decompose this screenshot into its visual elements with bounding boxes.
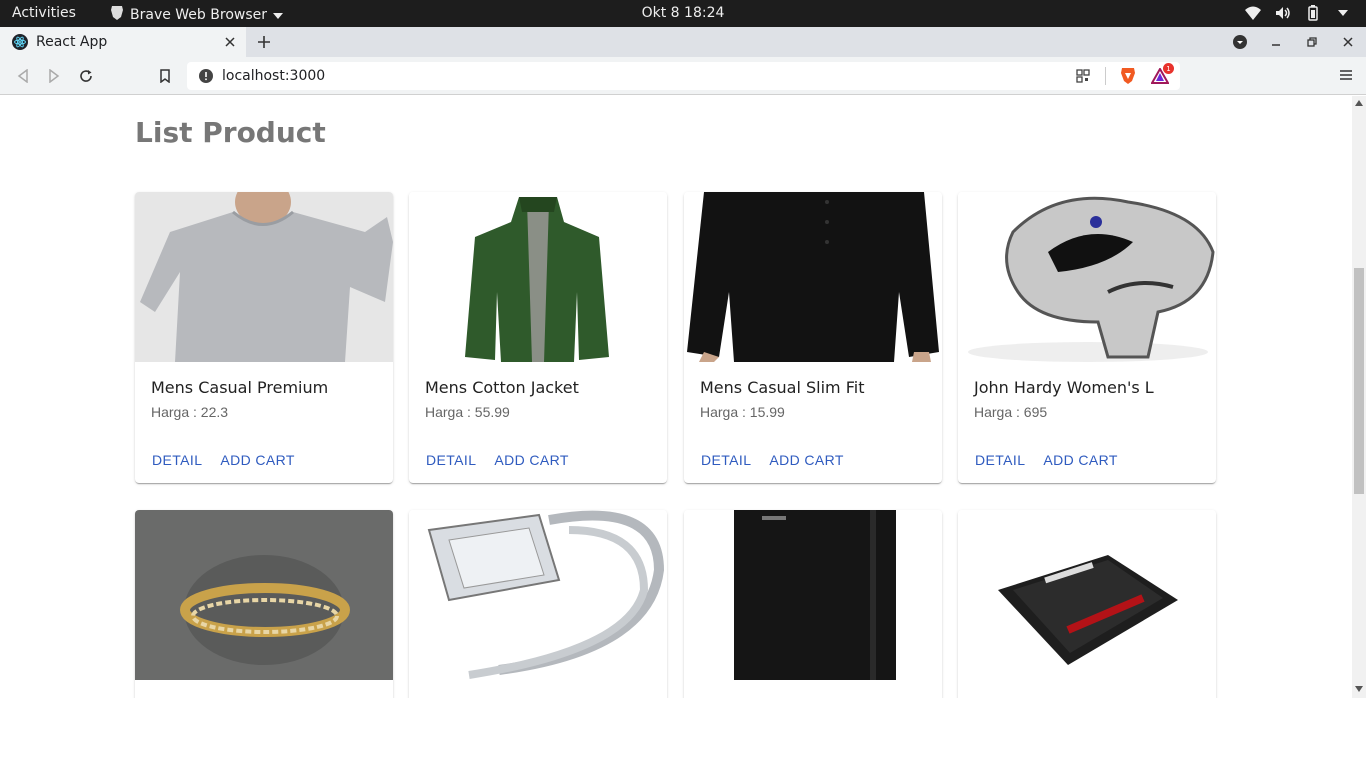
product-card xyxy=(684,510,942,698)
react-logo-icon xyxy=(12,34,28,50)
detail-button[interactable]: DETAIL xyxy=(417,448,485,472)
scrollbar-thumb[interactable] xyxy=(1354,268,1364,494)
scroll-down-icon[interactable] xyxy=(1355,685,1363,693)
new-tab-button[interactable] xyxy=(254,32,274,52)
product-image-grey-sweater xyxy=(135,192,393,362)
wifi-icon xyxy=(1244,4,1262,22)
product-image-black-longsleeve xyxy=(684,192,942,362)
brave-lion-icon xyxy=(110,5,124,25)
battery-icon xyxy=(1304,4,1322,22)
product-name: Mens Casual Slim Fit xyxy=(700,378,865,397)
page-title: List Product xyxy=(135,116,326,149)
app-menu[interactable]: Brave Web Browser xyxy=(110,5,283,25)
detail-button[interactable]: DETAIL xyxy=(966,448,1034,472)
system-tray[interactable] xyxy=(1244,4,1352,22)
address-bar[interactable]: localhost:3000 1 xyxy=(187,62,1180,90)
add-cart-button[interactable]: ADD CART xyxy=(211,448,304,472)
tab-strip: React App xyxy=(0,27,1366,57)
product-card xyxy=(135,510,393,698)
system-top-bar: Activities Brave Web Browser Okt 8 18:24 xyxy=(0,0,1366,27)
add-cart-button[interactable]: ADD CART xyxy=(760,448,853,472)
activities-button[interactable]: Activities xyxy=(12,5,76,21)
product-card: Mens Cotton Jacket Harga : 55.99 DETAIL … xyxy=(409,192,667,483)
product-image-black-hard-drive xyxy=(684,510,942,680)
product-image-green-jacket xyxy=(409,192,667,362)
scroll-up-icon[interactable] xyxy=(1355,99,1363,107)
hamburger-menu-icon[interactable] xyxy=(1338,67,1354,83)
page-scrollbar[interactable] xyxy=(1352,96,1366,698)
chevron-down-icon xyxy=(1334,4,1352,22)
site-info-icon[interactable] xyxy=(198,68,214,84)
product-card: Mens Casual Slim Fit Harga : 15.99 DETAI… xyxy=(684,192,942,483)
product-name: Mens Casual Premium xyxy=(151,378,329,397)
close-window-button[interactable] xyxy=(1338,32,1358,52)
tab-title: React App xyxy=(36,34,108,50)
product-card xyxy=(409,510,667,698)
add-cart-button[interactable]: ADD CART xyxy=(485,448,578,472)
empty-area xyxy=(0,698,1366,768)
url-text[interactable]: localhost:3000 xyxy=(222,68,1073,84)
bookmark-icon[interactable] xyxy=(154,65,176,87)
tab-react-app[interactable]: React App xyxy=(0,27,246,57)
clock[interactable]: Okt 8 18:24 xyxy=(642,5,725,21)
detail-button[interactable]: DETAIL xyxy=(692,448,760,472)
product-card: John Hardy Women's L Harga : 695 DETAIL … xyxy=(958,192,1216,483)
forward-icon[interactable] xyxy=(43,65,65,87)
close-tab-icon[interactable] xyxy=(222,34,238,50)
product-image-diamond-ring xyxy=(409,510,667,680)
detail-button[interactable]: DETAIL xyxy=(143,448,211,472)
minimize-window-button[interactable] xyxy=(1266,32,1286,52)
product-image-gold-pearl-ring xyxy=(135,510,393,680)
chevron-down-icon xyxy=(273,7,283,23)
back-icon[interactable] xyxy=(12,65,34,87)
product-card: Mens Casual Premium Harga : 22.3 DETAIL … xyxy=(135,192,393,483)
volume-icon xyxy=(1274,4,1292,22)
page-viewport: List Product Mens Casual Premium Harga :… xyxy=(0,96,1352,698)
product-card xyxy=(958,510,1216,698)
product-price: Harga : 695 xyxy=(974,404,1048,420)
product-price: Harga : 15.99 xyxy=(700,404,785,420)
rewards-badge: 1 xyxy=(1163,63,1174,74)
product-price: Harga : 22.3 xyxy=(151,404,229,420)
browser-toolbar: localhost:3000 1 xyxy=(0,57,1366,95)
brave-shields-icon[interactable] xyxy=(1118,66,1138,86)
product-name: Mens Cotton Jacket xyxy=(425,378,579,397)
product-name: John Hardy Women's L xyxy=(974,378,1154,397)
qr-code-icon[interactable] xyxy=(1073,66,1093,86)
reload-icon[interactable] xyxy=(75,65,97,87)
product-price: Harga : 55.99 xyxy=(425,404,510,420)
separator xyxy=(1105,67,1106,85)
app-menu-label: Brave Web Browser xyxy=(130,7,267,23)
tab-search-icon[interactable] xyxy=(1230,32,1250,52)
product-image-sandisk-ssd xyxy=(958,510,1216,680)
restore-window-button[interactable] xyxy=(1302,32,1322,52)
add-cart-button[interactable]: ADD CART xyxy=(1034,448,1127,472)
brave-rewards-icon[interactable]: 1 xyxy=(1150,63,1174,86)
product-image-dragon-ring xyxy=(958,192,1216,362)
